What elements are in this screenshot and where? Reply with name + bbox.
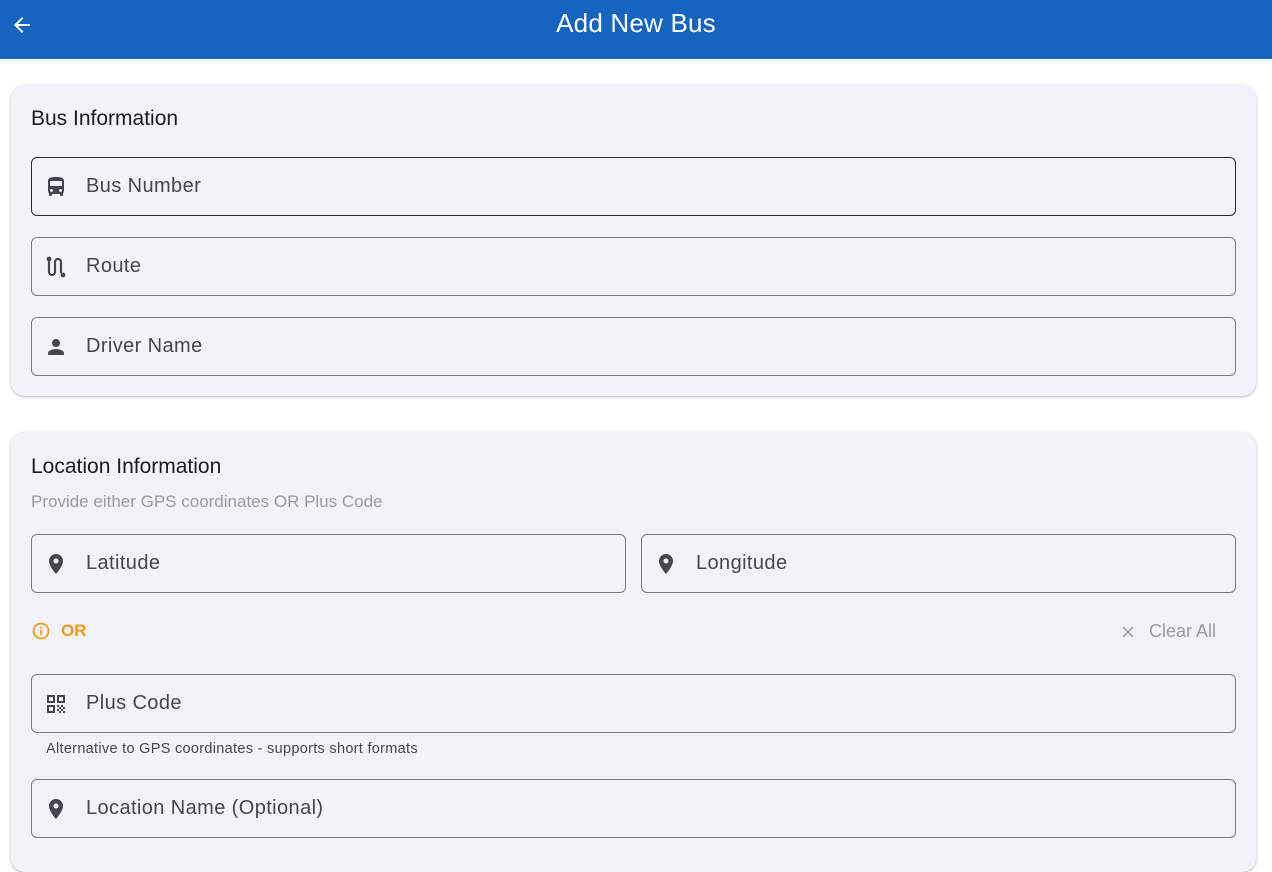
route-icon (44, 255, 68, 279)
driver-name-field[interactable] (31, 317, 1236, 376)
bus-icon (44, 175, 68, 199)
page-title: Add New Bus (556, 8, 716, 38)
plus-code-helper-text: Alternative to GPS coordinates - support… (46, 741, 418, 757)
app-bar: Add New Bus (0, 0, 1272, 59)
location-pin-icon (654, 552, 678, 576)
driver-name-input[interactable] (86, 335, 1235, 358)
bus-information-card: Bus Information (11, 85, 1256, 396)
or-divider: OR (31, 621, 87, 641)
location-information-title: Location Information (31, 455, 222, 478)
location-pin-icon (44, 552, 68, 576)
location-name-input[interactable] (86, 797, 1235, 820)
qr-code-icon (44, 692, 68, 716)
bus-information-title: Bus Information (31, 107, 179, 130)
longitude-field[interactable] (641, 534, 1236, 593)
location-subtitle: Provide either GPS coordinates OR Plus C… (31, 492, 383, 511)
clear-all-label: Clear All (1148, 621, 1216, 641)
bus-number-field[interactable] (31, 157, 1236, 216)
close-icon (1122, 626, 1134, 637)
plus-code-input[interactable] (86, 692, 1235, 715)
route-input[interactable] (86, 255, 1235, 278)
location-information-card: Location Information Provide either GPS … (11, 432, 1256, 872)
or-label: OR (61, 621, 87, 640)
latitude-field[interactable] (31, 534, 626, 593)
location-name-field[interactable] (31, 779, 1236, 838)
info-icon (32, 622, 50, 640)
plus-code-field[interactable] (31, 674, 1236, 733)
bus-number-input[interactable] (86, 175, 1235, 198)
route-field[interactable] (31, 237, 1236, 296)
longitude-input[interactable] (696, 552, 1235, 575)
location-pin-icon (44, 797, 68, 821)
latitude-input[interactable] (86, 552, 625, 575)
clear-all-button[interactable]: Clear All (1119, 621, 1216, 642)
person-icon (44, 335, 68, 359)
